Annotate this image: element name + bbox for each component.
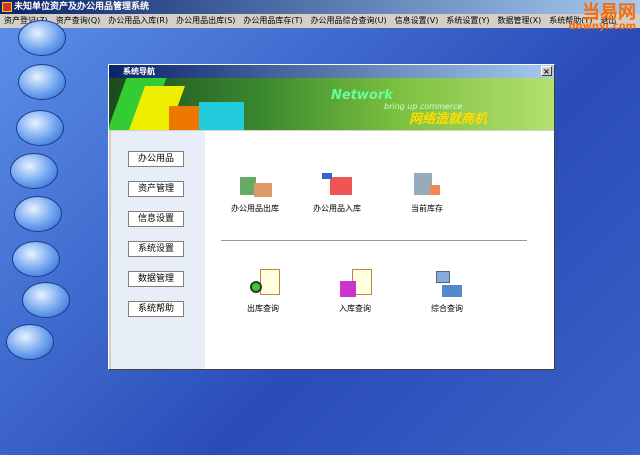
menu-info-settings[interactable]: 信息设置(V) bbox=[391, 14, 443, 28]
watermark-logo: 当易网 downyi.com bbox=[568, 2, 636, 32]
app-titlebar: 未知单位资产及办公用品管理系统 bbox=[0, 0, 640, 14]
decor-oval bbox=[16, 110, 64, 146]
computer-query-icon bbox=[428, 269, 466, 299]
decor-oval bbox=[12, 241, 60, 277]
nav-dialog: 系统导航 × Network bring up commerce 网络造就商机 办公用… bbox=[108, 64, 555, 370]
in-query-action[interactable]: 入库查询 bbox=[305, 269, 405, 314]
current-stock-action[interactable]: 当前库存 bbox=[377, 169, 477, 214]
combined-query-action[interactable]: 综合查询 bbox=[397, 269, 497, 314]
nav-sidebar: 办公用品 资产管理 信息设置 系统设置 数据管理 系统帮助 bbox=[111, 131, 205, 369]
menubar: 资产登记(Z) 资产查询(Q) 办公用品入库(R) 办公用品出库(S) 办公用品… bbox=[0, 14, 640, 28]
nav-system-settings-button[interactable]: 系统设置 bbox=[128, 241, 184, 257]
action-panel: 办公用品出库 办公用品入库 当前库存 出库查询 入库查询 综合查询 bbox=[205, 131, 554, 369]
decor-oval bbox=[14, 196, 62, 232]
decor-oval bbox=[6, 324, 54, 360]
menu-supplies-stock[interactable]: 办公用品库存(T) bbox=[239, 14, 306, 28]
decor-oval bbox=[18, 20, 66, 56]
warehouse-out-icon bbox=[236, 169, 274, 199]
supplies-in-action[interactable]: 办公用品入库 bbox=[287, 169, 387, 214]
divider bbox=[221, 240, 527, 241]
decor-oval bbox=[22, 282, 70, 318]
menu-supplies-query[interactable]: 办公用品综合查询(U) bbox=[307, 14, 391, 28]
app-icon bbox=[2, 2, 12, 12]
nav-office-supplies-button[interactable]: 办公用品 bbox=[128, 151, 184, 167]
decor-oval bbox=[18, 64, 66, 100]
warehouse-in-icon bbox=[318, 169, 356, 199]
decor-oval bbox=[10, 153, 58, 189]
box-document-icon bbox=[336, 269, 374, 299]
menu-data-management[interactable]: 数据管理(X) bbox=[494, 14, 546, 28]
banner-image: Network bring up commerce 网络造就商机 bbox=[109, 78, 554, 130]
nav-data-management-button[interactable]: 数据管理 bbox=[128, 271, 184, 287]
menu-supplies-in[interactable]: 办公用品入库(R) bbox=[104, 14, 172, 28]
menu-supplies-out[interactable]: 办公用品出库(S) bbox=[172, 14, 239, 28]
nav-asset-management-button[interactable]: 资产管理 bbox=[128, 181, 184, 197]
app-title: 未知单位资产及办公用品管理系统 bbox=[14, 2, 150, 12]
menu-system-settings[interactable]: 系统设置(Y) bbox=[442, 14, 493, 28]
dialog-titlebar: 系统导航 × bbox=[109, 65, 554, 78]
nav-help-button[interactable]: 系统帮助 bbox=[128, 301, 184, 317]
out-query-action[interactable]: 出库查询 bbox=[213, 269, 313, 314]
stock-icon bbox=[408, 169, 446, 199]
nav-info-settings-button[interactable]: 信息设置 bbox=[128, 211, 184, 227]
close-button[interactable]: × bbox=[541, 66, 552, 76]
dialog-title: 系统导航 bbox=[123, 67, 155, 76]
magnifier-document-icon bbox=[244, 269, 282, 299]
